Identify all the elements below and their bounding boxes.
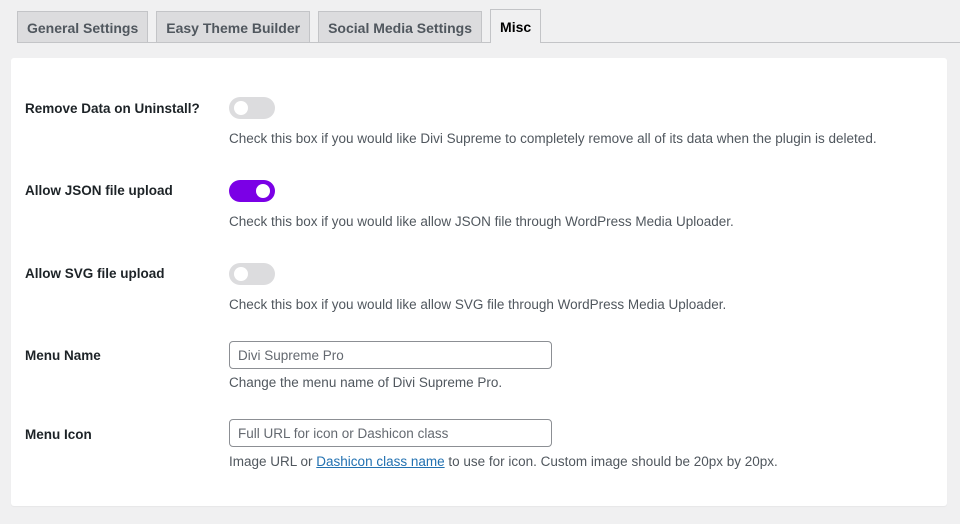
tab-misc[interactable]: Misc: [490, 9, 542, 43]
allow-svg-description: Check this box if you would like allow S…: [229, 297, 727, 312]
remove-data-description: Check this box if you would like Divi Su…: [229, 131, 877, 146]
settings-tabs: General Settings Easy Theme Builder Soci…: [17, 9, 960, 43]
menu-icon-label: Menu Icon: [25, 427, 92, 442]
dashicon-class-link[interactable]: Dashicon class name: [316, 454, 444, 469]
tab-easy-theme-builder[interactable]: Easy Theme Builder: [156, 11, 311, 43]
menu-name-label: Menu Name: [25, 348, 101, 363]
menu-icon-input[interactable]: [229, 419, 552, 447]
allow-svg-toggle[interactable]: [229, 263, 275, 285]
tabs-divider: [17, 42, 960, 43]
menu-name-description: Change the menu name of Divi Supreme Pro…: [229, 375, 503, 390]
allow-json-description: Check this box if you would like allow J…: [229, 214, 734, 229]
settings-panel: Remove Data on Uninstall? Check this box…: [11, 58, 947, 506]
toggle-knob-icon: [256, 184, 270, 198]
tab-social-media-settings[interactable]: Social Media Settings: [318, 11, 483, 43]
menu-icon-description-suffix: to use for icon. Custom image should be …: [444, 454, 778, 469]
menu-icon-description: Image URL or Dashicon class name to use …: [229, 454, 778, 469]
tab-general-settings[interactable]: General Settings: [17, 11, 149, 43]
remove-data-toggle[interactable]: [229, 97, 275, 119]
allow-json-toggle[interactable]: [229, 180, 275, 202]
toggle-knob-icon: [234, 101, 248, 115]
menu-icon-description-prefix: Image URL or: [229, 454, 317, 469]
toggle-knob-icon: [234, 267, 248, 281]
allow-svg-label: Allow SVG file upload: [25, 266, 165, 281]
menu-name-input[interactable]: [229, 341, 552, 369]
remove-data-label: Remove Data on Uninstall?: [25, 101, 200, 116]
allow-json-label: Allow JSON file upload: [25, 183, 173, 198]
